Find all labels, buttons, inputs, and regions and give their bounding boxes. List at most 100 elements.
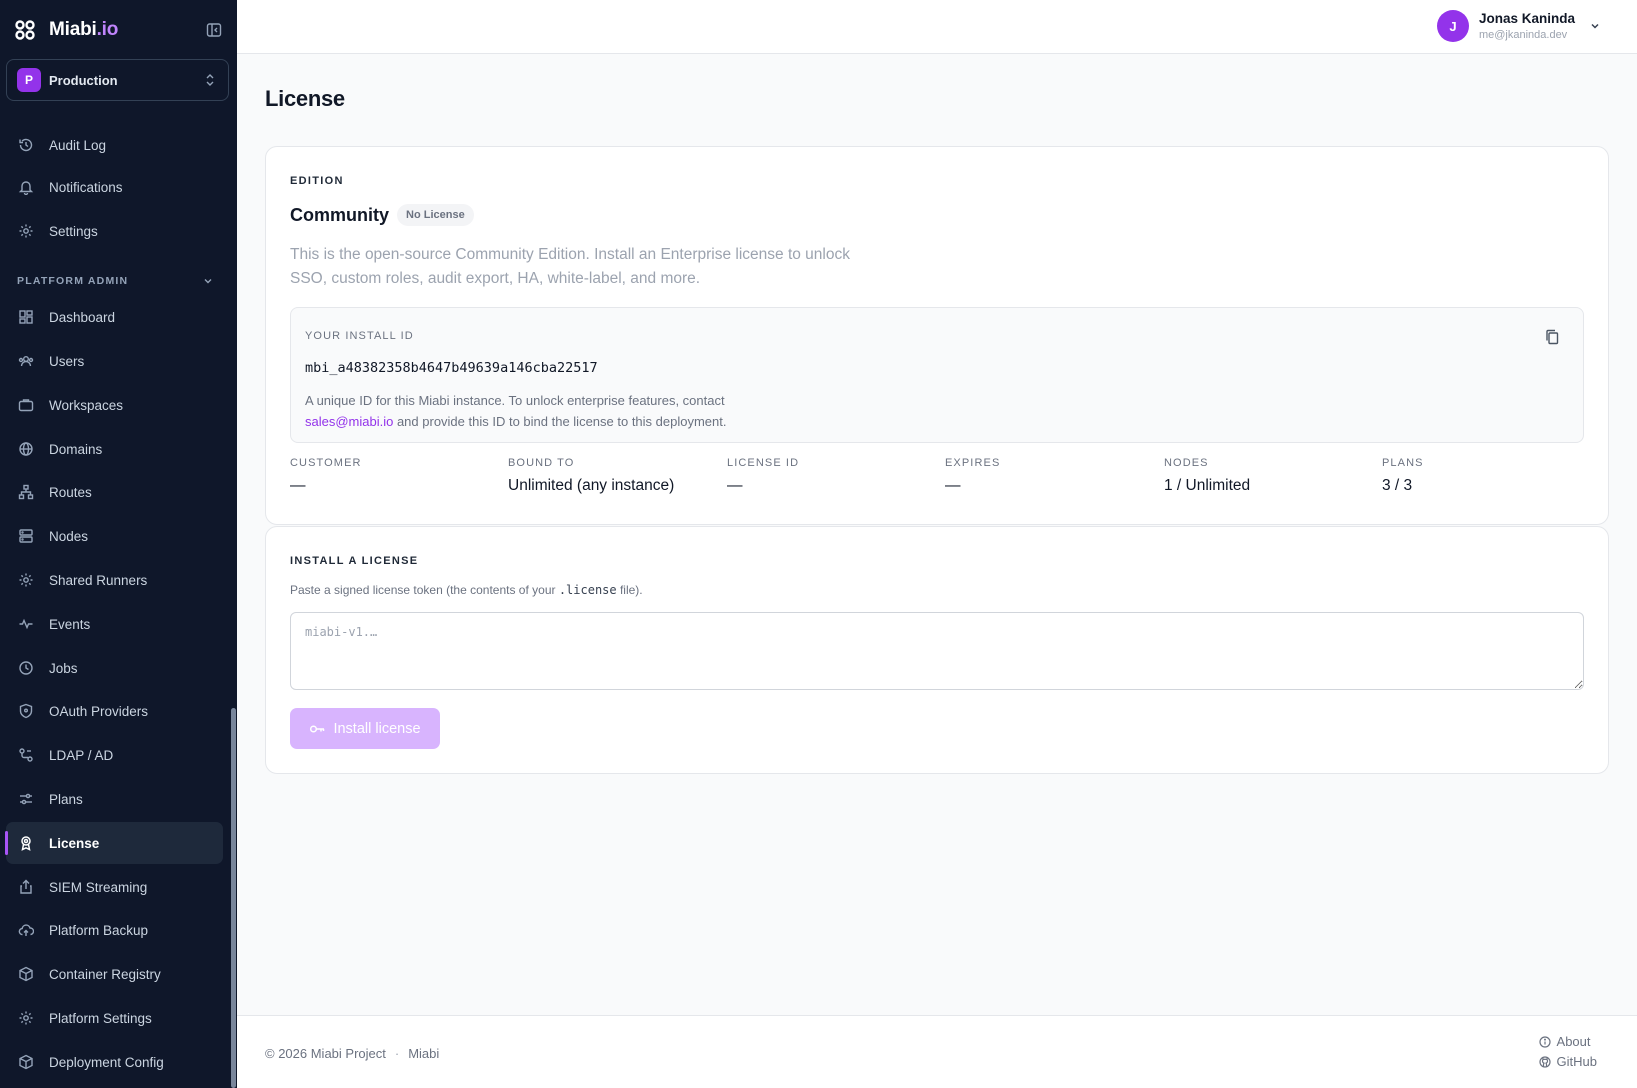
meta-value: 3 / 3 [1382, 477, 1413, 494]
meta-label: PLANS [1382, 457, 1424, 469]
chevron-down-icon [1591, 23, 1599, 29]
gear-icon [18, 572, 34, 588]
box-icon [18, 966, 34, 982]
meta-license-id: LICENSE ID — [727, 457, 927, 495]
install-eyebrow: INSTALL A LICENSE [290, 555, 419, 567]
sidebar-item-label: Routes [49, 484, 92, 500]
chevron-up-down-icon [206, 74, 214, 86]
sidebar-collapse-icon [206, 23, 222, 37]
share-icon [18, 879, 34, 895]
sidebar-item-label: Users [49, 353, 85, 369]
chevron-down-icon [204, 279, 212, 284]
edition-name: Community [290, 204, 389, 225]
meta-expires: EXPIRES — [945, 457, 1145, 495]
section-title: PLATFORM ADMIN [17, 275, 129, 287]
install-license-button[interactable]: Install license [290, 708, 440, 749]
user-menu[interactable]: J Jonas Kaninda me@jkaninda.dev [1436, 9, 1601, 43]
install-id-help: A unique ID for this Miabi instance. To … [305, 393, 727, 429]
activity-icon [18, 616, 34, 632]
workspace-name: Production [49, 72, 118, 88]
sidebar-item-label: Dashboard [49, 309, 116, 325]
sliders-icon [18, 791, 34, 807]
meta-value: — [945, 477, 961, 494]
sidebar-item-oauth-providers[interactable]: OAuth Providers [6, 690, 223, 732]
gear-icon [18, 223, 34, 239]
sidebar: Miabi.io P Production Audit Log Notifica… [0, 0, 237, 1088]
sidebar-item-label: Audit Log [49, 137, 107, 153]
network-icon [18, 747, 34, 763]
sidebar-item-label: License [49, 835, 100, 851]
footer-project-link[interactable]: Miabi [408, 1046, 439, 1061]
sidebar-item-license[interactable]: License [5, 822, 223, 864]
sidebar-item-shared-runners[interactable]: Shared Runners [6, 559, 223, 601]
sidebar-item-label: Jobs [49, 660, 78, 676]
footer-separator: · [394, 1046, 400, 1061]
about-link[interactable]: About [1538, 1034, 1597, 1049]
sidebar-item-label: Workspaces [49, 397, 124, 413]
meta-label: NODES [1164, 457, 1209, 469]
sidebar-item-users[interactable]: Users [6, 340, 223, 382]
brand-name: Miabi.io [49, 19, 119, 40]
top-bar: J Jonas Kaninda me@jkaninda.dev [237, 0, 1637, 54]
sidebar-item-events[interactable]: Events [6, 603, 223, 645]
sidebar-item-container-registry[interactable]: Container Registry [6, 953, 223, 995]
meta-value: — [290, 477, 306, 494]
install-hint: Paste a signed license token (the conten… [290, 583, 643, 597]
meta-label: BOUND TO [508, 457, 575, 469]
sidebar-item-notifications[interactable]: Notifications [6, 166, 223, 208]
clock-icon [18, 660, 34, 676]
routes-icon [18, 484, 34, 500]
sidebar-item-label: SIEM Streaming [49, 879, 148, 895]
sidebar-item-label: LDAP / AD [49, 747, 114, 763]
dashboard-icon [18, 309, 34, 325]
sidebar-item-settings[interactable]: Settings [6, 210, 223, 252]
sidebar-item-label: Domains [49, 441, 103, 457]
workspace-selector[interactable]: P Production [6, 59, 229, 101]
meta-value: Unlimited (any instance) [508, 477, 675, 494]
sidebar-item-label: Deployment Config [49, 1054, 164, 1070]
section-platform-admin[interactable]: PLATFORM ADMIN [17, 272, 213, 290]
sidebar-item-audit-log[interactable]: Audit Log [6, 124, 223, 166]
collapse-sidebar-button[interactable] [204, 20, 224, 40]
sidebar-item-workspaces[interactable]: Workspaces [6, 384, 223, 426]
edition-eyebrow: EDITION [290, 175, 344, 187]
user-info: Jonas Kaninda me@jkaninda.dev [1479, 11, 1575, 41]
key-icon [309, 721, 325, 737]
sidebar-item-ldap-ad[interactable]: LDAP / AD [6, 734, 223, 776]
license-token-input[interactable] [290, 612, 1584, 690]
user-name: Jonas Kaninda [1478, 11, 1575, 26]
users-icon [18, 353, 34, 369]
meta-value: 1 / Unlimited [1164, 477, 1251, 494]
meta-customer: CUSTOMER — [290, 457, 490, 495]
sidebar-item-deployment-config[interactable]: Deployment Config [6, 1041, 223, 1083]
sales-email-link[interactable]: sales@miabi.io [305, 414, 393, 429]
sidebar-item-platform-settings[interactable]: Platform Settings [6, 997, 223, 1039]
brand[interactable]: Miabi.io [14, 16, 118, 44]
sidebar-item-routes[interactable]: Routes [6, 471, 223, 513]
install-id-label: YOUR INSTALL ID [305, 330, 414, 342]
sidebar-item-label: Platform Backup [49, 922, 149, 938]
workspace-badge: P [17, 68, 41, 92]
sidebar-item-jobs[interactable]: Jobs [6, 647, 223, 689]
sidebar-item-label: Notifications [49, 179, 123, 195]
footer-links: About GitHub [1538, 1034, 1597, 1069]
meta-nodes: NODES 1 / Unlimited [1164, 457, 1364, 495]
sidebar-scrollbar[interactable] [231, 708, 236, 1088]
sidebar-item-domains[interactable]: Domains [6, 428, 223, 470]
install-id-box: YOUR INSTALL ID mbi_a48382358b4647b49639… [290, 307, 1584, 443]
sidebar-item-label: OAuth Providers [49, 703, 149, 719]
copy-icon [1546, 329, 1559, 345]
install-license-card: INSTALL A LICENSE Paste a signed license… [265, 526, 1609, 774]
meta-bound-to: BOUND TO Unlimited (any instance) [508, 457, 718, 495]
github-link[interactable]: GitHub [1538, 1054, 1597, 1069]
sidebar-item-plans[interactable]: Plans [6, 778, 223, 820]
bell-icon [18, 179, 34, 195]
sidebar-item-platform-backup[interactable]: Platform Backup [6, 909, 223, 951]
sidebar-item-siem-streaming[interactable]: SIEM Streaming [6, 866, 223, 908]
sidebar-item-label: Events [49, 616, 91, 632]
edition-card: EDITION Community No License This is the… [265, 146, 1609, 525]
sidebar-item-dashboard[interactable]: Dashboard [6, 296, 223, 338]
copy-install-id-button[interactable] [1541, 326, 1563, 348]
sidebar-item-nodes[interactable]: Nodes [6, 515, 223, 557]
edition-row: Community No License [290, 204, 474, 226]
